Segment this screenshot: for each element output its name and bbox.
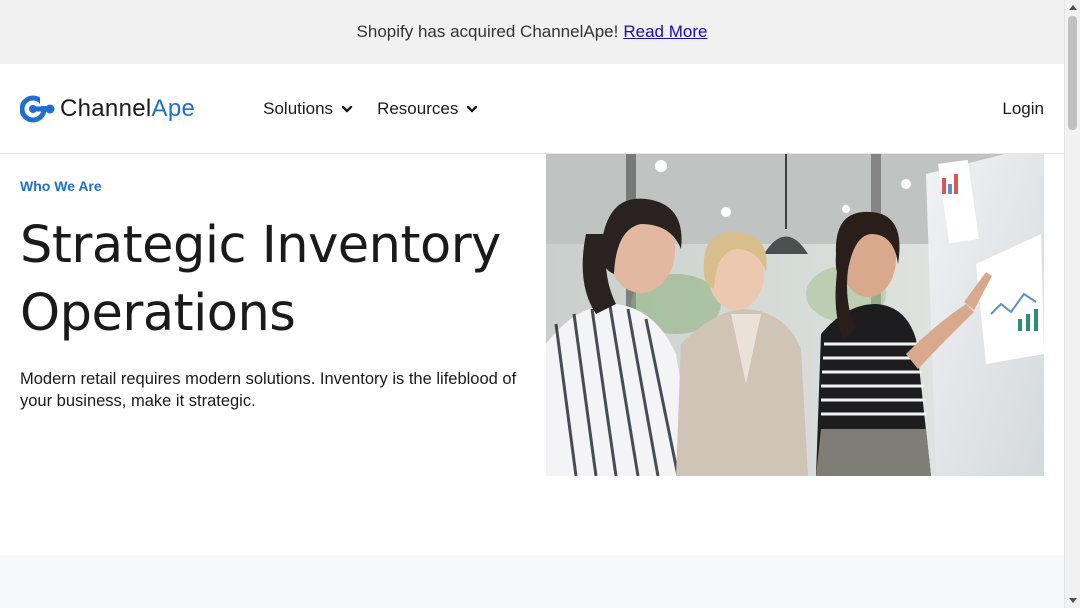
- announcement-message: Shopify has acquired ChannelApe!: [356, 22, 619, 41]
- read-more-link[interactable]: Read More: [623, 22, 707, 42]
- scroll-down-arrow-icon[interactable]: [1065, 594, 1080, 608]
- chevron-down-icon: [341, 105, 353, 112]
- announcement-bar: Shopify has acquired ChannelApe! Read Mo…: [0, 0, 1064, 64]
- hero-section: Who We Are Strategic Inventory Operation…: [0, 154, 1064, 556]
- site-header: ChannelApe Solutions Resources Login: [0, 64, 1064, 154]
- nav-item-resources[interactable]: Resources: [377, 99, 478, 119]
- channelape-logo-icon: [20, 94, 55, 122]
- page-title-line-2: Operations: [20, 284, 296, 343]
- page-title-line-1: Strategic Inventory: [20, 216, 501, 275]
- logo-text: ChannelApe: [60, 95, 195, 123]
- nav-item-solutions-label: Solutions: [263, 98, 334, 118]
- logo-text-main: Channel: [60, 94, 152, 122]
- page: Shopify has acquired ChannelApe! Read Mo…: [0, 0, 1064, 608]
- nav-item-resources-label: Resources: [377, 98, 459, 118]
- scrollbar-thumb[interactable]: [1068, 16, 1077, 130]
- vertical-scrollbar[interactable]: [1064, 0, 1080, 608]
- next-section-band: [0, 555, 1064, 608]
- scroll-up-arrow-icon[interactable]: [1065, 0, 1080, 14]
- hero-team-photo: [546, 154, 1044, 476]
- hero-photo-illustration: [546, 154, 1044, 476]
- logo-text-accent: Ape: [151, 94, 196, 122]
- eyebrow-label: Who We Are: [20, 178, 102, 194]
- page-title: Strategic Inventory Operations: [20, 212, 520, 348]
- main-nav: Solutions Resources: [263, 99, 478, 119]
- nav-item-solutions[interactable]: Solutions: [263, 99, 353, 119]
- login-link[interactable]: Login: [1002, 99, 1044, 119]
- channelape-logo[interactable]: ChannelApe: [20, 94, 195, 123]
- hero-description: Modern retail requires modern solutions.…: [20, 370, 517, 410]
- chevron-down-icon: [467, 105, 478, 112]
